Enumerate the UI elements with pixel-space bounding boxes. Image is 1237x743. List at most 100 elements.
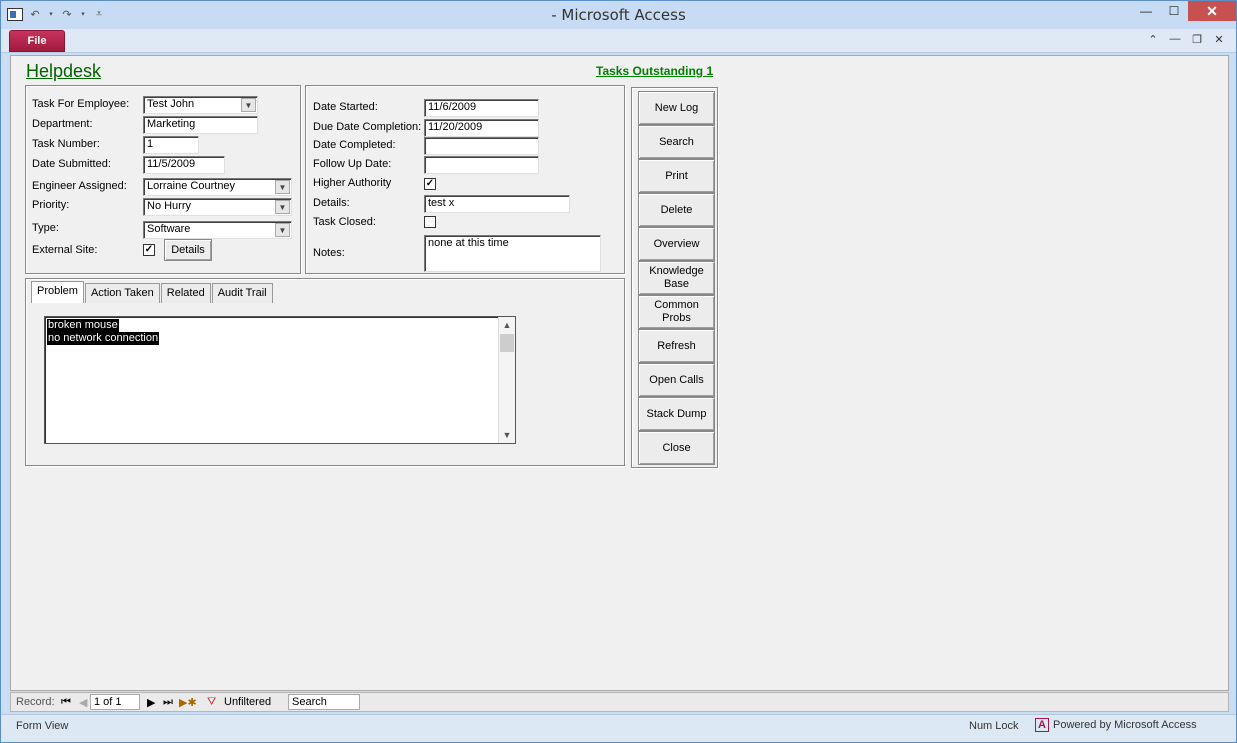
problem-line: broken mouse	[47, 319, 119, 332]
date-completed-label: Date Completed:	[313, 139, 396, 151]
follow-up-label: Follow Up Date:	[313, 158, 392, 170]
engineer-value: Lorraine Courtney	[147, 180, 236, 192]
tab-action-taken[interactable]: Action Taken	[84, 283, 160, 303]
search-button[interactable]: Search	[638, 125, 715, 159]
priority-combo[interactable]: No Hurry ▼	[143, 198, 292, 216]
status-bar: Form View Num Lock A Powered by Microsoft…	[1, 714, 1236, 742]
record-search-field[interactable]: Search	[288, 694, 360, 710]
view-status: Form View	[16, 720, 69, 732]
type-combo[interactable]: Software ▼	[143, 221, 292, 239]
date-submitted-field[interactable]: 11/5/2009	[143, 156, 225, 174]
date-started-label: Date Started:	[313, 101, 378, 113]
tab-problem[interactable]: Problem	[31, 281, 84, 303]
knowledge-base-button[interactable]: Knowledge Base	[638, 261, 715, 295]
filter-status[interactable]: Unfiltered	[224, 696, 271, 708]
due-date-field[interactable]: 11/20/2009	[424, 119, 539, 137]
details-field[interactable]: test x	[424, 195, 570, 213]
tab-strip: Problem Action Taken Related Audit Trail	[31, 281, 274, 303]
date-completed-field[interactable]	[424, 137, 539, 155]
date-started-field[interactable]: 11/6/2009	[424, 99, 539, 117]
record-position-field[interactable]: 1 of 1	[90, 694, 140, 710]
common-probs-label-1: Common	[654, 299, 699, 311]
minimize-button[interactable]: —	[1132, 1, 1160, 21]
powered-by: A Powered by Microsoft Access	[1035, 718, 1197, 732]
maximize-button[interactable]: ☐	[1160, 1, 1188, 21]
stack-dump-button[interactable]: Stack Dump	[638, 397, 715, 431]
print-button[interactable]: Print	[638, 159, 715, 193]
close-button[interactable]: Close	[638, 431, 715, 465]
task-dates-panel: Date Started: 11/6/2009 Due Date Complet…	[305, 85, 625, 274]
window-title: - Microsoft Access	[551, 6, 686, 24]
access-window: ↶ ▾ ↷ ▾ ⩡ - Microsoft Access — ☐ ✕ File …	[0, 0, 1237, 743]
previous-record-icon[interactable]: ◀	[79, 696, 87, 709]
action-buttons-panel: New Log Search Print Delete Overview Kno…	[631, 87, 718, 468]
window-controls: — ☐ ✕	[1132, 1, 1236, 21]
task-closed-checkbox[interactable]	[424, 216, 436, 228]
access-logo-icon: A	[1035, 718, 1049, 732]
new-record-icon[interactable]: ▶✱	[179, 696, 197, 709]
refresh-button[interactable]: Refresh	[638, 329, 715, 363]
external-site-label: External Site:	[32, 244, 98, 256]
engineer-label: Engineer Assigned:	[32, 180, 127, 192]
department-field[interactable]: Marketing	[143, 116, 258, 134]
doc-minimize-icon[interactable]: —	[1168, 33, 1182, 46]
ribbon-bar: File ⌃ — ❐ ✕	[1, 29, 1236, 53]
task-closed-label: Task Closed:	[313, 216, 376, 228]
next-record-icon[interactable]: ▶	[147, 696, 155, 709]
problem-line: no network connection	[47, 332, 160, 345]
record-label: Record:	[16, 696, 55, 708]
form-title: Helpdesk	[26, 61, 102, 81]
task-number-label: Task Number:	[32, 138, 100, 150]
open-calls-button[interactable]: Open Calls	[638, 363, 715, 397]
title-bar: ↶ ▾ ↷ ▾ ⩡ - Microsoft Access — ☐ ✕	[1, 1, 1236, 29]
chevron-down-icon[interactable]: ▼	[241, 98, 256, 112]
higher-authority-checkbox[interactable]: ✓	[424, 178, 436, 190]
doc-restore-icon[interactable]: ❐	[1190, 33, 1204, 46]
chevron-down-icon[interactable]: ▼	[275, 200, 290, 214]
scroll-thumb[interactable]	[500, 334, 514, 352]
last-record-icon[interactable]: ⏭	[163, 696, 173, 709]
type-value: Software	[147, 223, 191, 235]
ribbon-controls: ⌃ — ❐ ✕	[1146, 33, 1226, 46]
close-window-button[interactable]: ✕	[1188, 1, 1236, 21]
problem-textarea[interactable]: broken mouse no network connection ▲ ▼	[44, 316, 516, 444]
form-area: Helpdesk Tasks Outstanding 1 Task For Em…	[10, 55, 1229, 691]
external-site-checkbox[interactable]: ✓	[143, 244, 155, 256]
date-submitted-label: Date Submitted:	[32, 158, 111, 170]
chevron-down-icon[interactable]: ▼	[275, 223, 290, 237]
tab-audit-trail[interactable]: Audit Trail	[211, 283, 273, 303]
priority-label: Priority:	[32, 199, 70, 211]
delete-button[interactable]: Delete	[638, 193, 715, 227]
first-record-icon[interactable]: ⏮	[61, 696, 71, 709]
tab-related[interactable]: Related	[160, 283, 211, 303]
employee-value: Test John	[147, 98, 195, 110]
follow-up-field[interactable]	[424, 156, 539, 174]
task-number-field[interactable]: 1	[143, 136, 199, 154]
knowledge-base-label-1: Knowledge	[649, 265, 704, 277]
chevron-down-icon[interactable]: ▼	[275, 180, 290, 194]
new-log-button[interactable]: New Log	[638, 91, 715, 125]
tab-panel: Problem Action Taken Related Audit Trail…	[25, 278, 625, 466]
problem-scrollbar[interactable]: ▲ ▼	[498, 317, 515, 443]
file-tab[interactable]: File	[9, 30, 65, 52]
tasks-outstanding-link[interactable]: Tasks Outstanding 1	[596, 64, 713, 78]
higher-authority-label: Higher Authority	[313, 177, 392, 189]
notes-field[interactable]: none at this time	[424, 235, 601, 272]
employee-combo[interactable]: Test John ▼	[143, 96, 258, 114]
notes-label: Notes:	[313, 247, 345, 259]
details-label: Details:	[313, 197, 350, 209]
filter-icon[interactable]: ⛛	[207, 696, 216, 709]
priority-value: No Hurry	[147, 200, 192, 212]
doc-close-icon[interactable]: ✕	[1212, 33, 1226, 46]
details-button[interactable]: Details	[164, 239, 212, 261]
task-info-panel: Task For Employee: Test John ▼ Departmen…	[25, 85, 301, 274]
scroll-up-icon[interactable]: ▲	[499, 317, 515, 333]
due-date-label: Due Date Completion:	[313, 121, 422, 133]
scroll-down-icon[interactable]: ▼	[499, 427, 515, 443]
engineer-combo[interactable]: Lorraine Courtney ▼	[143, 178, 292, 196]
overview-button[interactable]: Overview	[638, 227, 715, 261]
department-label: Department:	[32, 118, 93, 130]
expand-ribbon-icon[interactable]: ⌃	[1146, 33, 1160, 46]
common-probs-button[interactable]: Common Probs	[638, 295, 715, 329]
num-lock-status: Num Lock	[969, 720, 1019, 732]
